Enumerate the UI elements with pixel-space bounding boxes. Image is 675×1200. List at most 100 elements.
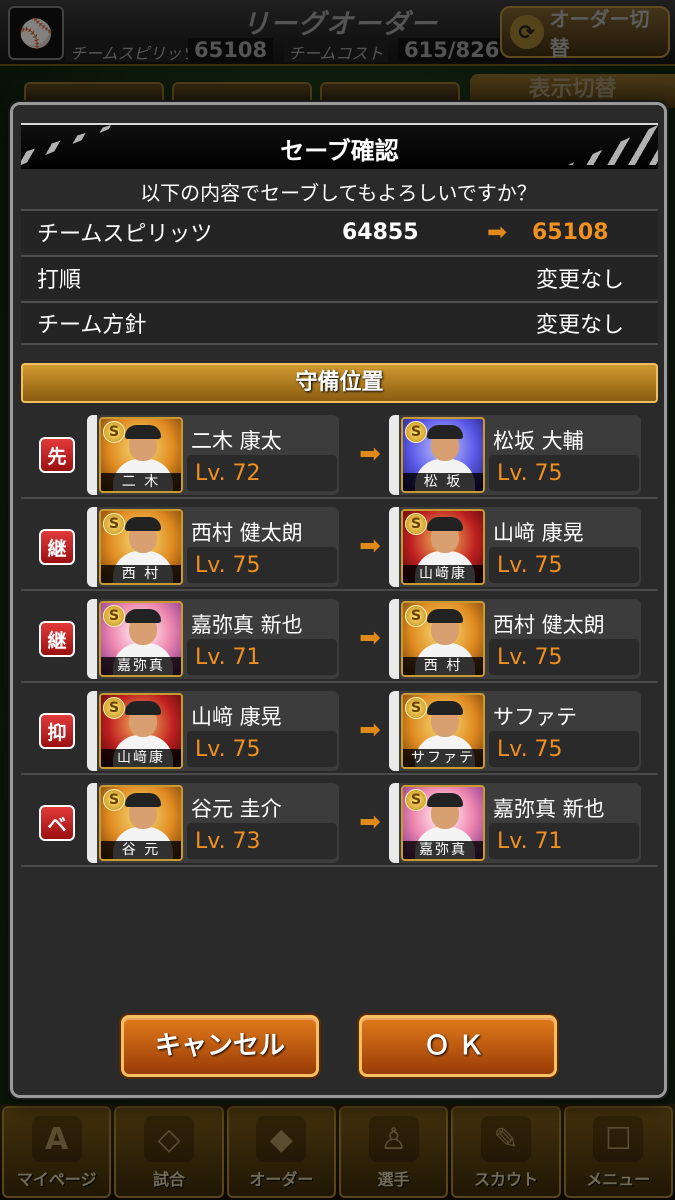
name-plate: 谷 元 [101, 841, 181, 859]
player-name: 谷元 圭介 [191, 797, 282, 821]
player-portrait: S 西 村 [99, 509, 183, 585]
team-spirits-old: 64855 [342, 219, 419, 245]
card-accent [87, 783, 97, 863]
card-accent [389, 507, 399, 587]
player-portrait: S 嘉弥真 [99, 601, 183, 677]
player-name: サファテ [493, 705, 577, 729]
position-change-row: 継 S 西 村 西村 健太朗 Lv. 75 ➡ S 山﨑康 山﨑 康晃 Lv. … [21, 501, 658, 591]
s-rank-icon: S [103, 421, 125, 443]
s-rank-icon: S [405, 789, 427, 811]
player-card-from[interactable]: S 嘉弥真 嘉弥真 新也 Lv. 71 [87, 599, 339, 679]
player-portrait: S 二 木 [99, 417, 183, 493]
card-accent [389, 691, 399, 771]
name-plate: 西 村 [101, 565, 181, 583]
position-change-row: ベ S 谷 元 谷元 圭介 Lv. 73 ➡ S 嘉弥真 嘉弥真 新也 Lv. … [21, 777, 658, 867]
s-rank-icon: S [405, 605, 427, 627]
card-accent [389, 415, 399, 495]
team-spirits-new: 65108 [532, 219, 609, 245]
ok-button[interactable]: ＯＫ [359, 1015, 557, 1077]
arrow-right-icon: ➡ [359, 531, 381, 561]
arrow-right-icon: ➡ [359, 715, 381, 745]
position-badge: 継 [39, 621, 75, 657]
player-name: 山﨑 康晃 [191, 705, 282, 729]
team-policy-row: チーム方針 変更なし [21, 301, 658, 345]
player-card-from[interactable]: S 西 村 西村 健太朗 Lv. 75 [87, 507, 339, 587]
player-level: Lv. 75 [497, 645, 563, 670]
position-change-row: 先 S 二 木 二木 康太 Lv. 72 ➡ S 松 坂 松坂 大輔 Lv. 7… [21, 409, 658, 499]
arrow-right-icon: ➡ [359, 439, 381, 469]
card-accent [389, 599, 399, 679]
player-portrait: S 松 坂 [401, 417, 485, 493]
player-level: Lv. 73 [195, 829, 261, 854]
team-spirits-row: チームスピリッツ 64855 ➡ 65108 [21, 209, 658, 253]
dialog-question: 以下の内容でセーブしてもよろしいですか？ [140, 181, 537, 205]
s-rank-icon: S [405, 697, 427, 719]
player-card-from[interactable]: S 山﨑康 山﨑 康晃 Lv. 75 [87, 691, 339, 771]
player-portrait: S サファテ [401, 693, 485, 769]
player-card-to[interactable]: S サファテ サファテ Lv. 75 [389, 691, 641, 771]
player-name: 松坂 大輔 [493, 429, 584, 453]
player-level: Lv. 72 [195, 461, 261, 486]
player-level: Lv. 75 [497, 553, 563, 578]
position-badge: 先 [39, 437, 75, 473]
player-card-to[interactable]: S 山﨑康 山﨑 康晃 Lv. 75 [389, 507, 641, 587]
card-accent [87, 507, 97, 587]
team-policy-label: チーム方針 [37, 313, 147, 338]
player-name: 嘉弥真 新也 [493, 797, 605, 821]
name-plate: 嘉弥真 [101, 657, 181, 675]
position-badge: 抑 [39, 713, 75, 749]
player-portrait: S 谷 元 [99, 785, 183, 861]
player-portrait: S 山﨑康 [99, 693, 183, 769]
s-rank-icon: S [103, 789, 125, 811]
cancel-button[interactable]: キャンセル [121, 1015, 319, 1077]
player-level: Lv. 71 [195, 645, 261, 670]
player-portrait: S 西 村 [401, 601, 485, 677]
name-plate: 山﨑康 [403, 565, 483, 583]
s-rank-icon: S [405, 421, 427, 443]
position-change-row: 継 S 嘉弥真 嘉弥真 新也 Lv. 71 ➡ S 西 村 西村 健太朗 Lv.… [21, 593, 658, 683]
s-rank-icon: S [103, 605, 125, 627]
player-card-from[interactable]: S 谷 元 谷元 圭介 Lv. 73 [87, 783, 339, 863]
position-badge: 継 [39, 529, 75, 565]
player-name: 嘉弥真 新也 [191, 613, 303, 637]
player-name: 西村 健太朗 [191, 521, 303, 545]
name-plate: 西 村 [403, 657, 483, 675]
save-confirm-dialog: セーブ確認 以下の内容でセーブしてもよろしいですか？ チームスピリッツ 6485… [10, 102, 667, 1098]
player-level: Lv. 75 [195, 737, 261, 762]
arrow-right-icon: ➡ [486, 218, 508, 246]
arrow-right-icon: ➡ [359, 623, 381, 653]
player-card-to[interactable]: S 西 村 西村 健太朗 Lv. 75 [389, 599, 641, 679]
player-level: Lv. 75 [497, 461, 563, 486]
name-plate: 二 木 [101, 473, 181, 491]
player-level: Lv. 71 [497, 829, 563, 854]
dialog-title-bar: セーブ確認 [21, 123, 658, 169]
position-badge: ベ [39, 805, 75, 841]
card-accent [389, 783, 399, 863]
card-accent [87, 415, 97, 495]
position-change-row: 抑 S 山﨑康 山﨑 康晃 Lv. 75 ➡ S サファテ サファテ Lv. 7… [21, 685, 658, 775]
batting-order-value: 変更なし [535, 268, 624, 293]
arrow-right-icon: ➡ [359, 807, 381, 837]
team-spirits-row-label: チームスピリッツ [37, 222, 213, 247]
name-plate: サファテ [403, 749, 483, 767]
dialog-title: セーブ確認 [280, 137, 399, 165]
name-plate: 嘉弥真 [403, 841, 483, 859]
player-card-to[interactable]: S 松 坂 松坂 大輔 Lv. 75 [389, 415, 641, 495]
batting-order-label: 打順 [37, 268, 82, 293]
player-level: Lv. 75 [497, 737, 563, 762]
s-rank-icon: S [103, 513, 125, 535]
player-card-to[interactable]: S 嘉弥真 嘉弥真 新也 Lv. 71 [389, 783, 641, 863]
player-name: 二木 康太 [191, 429, 282, 453]
player-card-from[interactable]: S 二 木 二木 康太 Lv. 72 [87, 415, 339, 495]
player-name: 山﨑 康晃 [493, 521, 584, 545]
name-plate: 山﨑康 [101, 749, 181, 767]
s-rank-icon: S [405, 513, 427, 535]
player-portrait: S 嘉弥真 [401, 785, 485, 861]
player-level: Lv. 75 [195, 553, 261, 578]
fielding-position-header: 守備位置 [21, 363, 658, 403]
player-name: 西村 健太朗 [493, 613, 605, 637]
card-accent [87, 599, 97, 679]
batting-order-row: 打順 変更なし [21, 255, 658, 299]
name-plate: 松 坂 [403, 473, 483, 491]
s-rank-icon: S [103, 697, 125, 719]
